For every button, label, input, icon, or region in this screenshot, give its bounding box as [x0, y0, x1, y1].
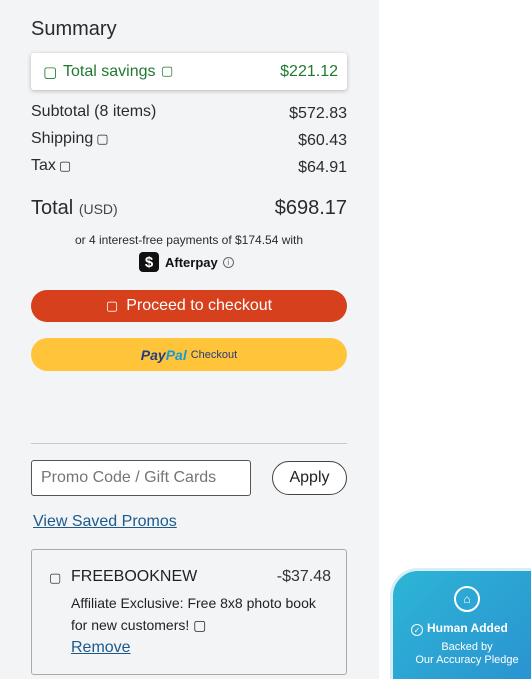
promo-code-input[interactable]: [31, 460, 251, 496]
badge-title: ✓ Human Added: [411, 621, 508, 636]
apply-button[interactable]: Apply: [272, 461, 347, 495]
badge-title-text: Human Added: [427, 621, 508, 635]
badge-subtitle: Backed by Our Accuracy Pledge: [393, 641, 531, 667]
check-icon: ✓: [411, 624, 423, 636]
home-icon: ⌂: [454, 586, 480, 612]
total-currency: (USD): [78, 201, 118, 217]
promo-info-icon[interactable]: ▢: [193, 617, 206, 633]
tax-row: Tax ▢ $64.91: [31, 157, 347, 176]
afterpay-logo-icon: $: [139, 252, 159, 272]
view-saved-promos-link[interactable]: View Saved Promos: [33, 513, 177, 531]
tax-label: Tax: [31, 157, 56, 174]
summary-title: Summary: [31, 18, 117, 40]
paypal-checkout-button[interactable]: Pay Pal Checkout: [31, 338, 347, 371]
promo-amount: -$37.48: [276, 568, 331, 585]
tax-amount: $64.91: [298, 159, 347, 176]
paypal-checkout-label: Checkout: [190, 348, 238, 361]
tag-icon: ▢: [43, 64, 58, 81]
total-savings-amount: $221.12: [280, 63, 338, 80]
subtotal-row: Subtotal (8 items) $572.83: [31, 103, 347, 122]
info-icon[interactable]: ▢: [161, 63, 173, 79]
total-savings-banner: ▢ Total savings ▢ $221.12: [31, 53, 347, 90]
lock-icon: ▢: [105, 298, 119, 313]
paypal-logo-part2: Pal: [165, 346, 187, 363]
shipping-amount: $60.43: [298, 132, 347, 149]
tax-info-icon[interactable]: ▢: [59, 158, 71, 173]
promo-code: FREEBOOKNEW: [71, 568, 198, 585]
divider: [31, 443, 347, 444]
afterpay-info-icon[interactable]: i: [222, 256, 234, 268]
shipping-info-icon[interactable]: ▢: [96, 131, 108, 146]
proceed-to-checkout-button[interactable]: ▢ Proceed to checkout: [31, 290, 347, 322]
applied-promo-card: ▢ FREEBOOKNEW -$37.48 Affiliate Exclusiv…: [31, 549, 347, 675]
shipping-label: Shipping: [31, 130, 94, 147]
remove-promo-link[interactable]: Remove: [71, 639, 131, 657]
total-label: Total: [31, 197, 74, 219]
subtotal-amount: $572.83: [289, 105, 347, 122]
checkout-label: Proceed to checkout: [126, 297, 273, 314]
human-added-badge[interactable]: ⌂ ✓ Human Added Backed by Our Accuracy Pl…: [390, 568, 531, 679]
badge-line2: Our Accuracy Pledge: [415, 654, 519, 666]
total-row: Total (USD) $698.17: [31, 197, 347, 220]
subtotal-label: Subtotal (8 items): [31, 103, 157, 120]
shipping-row: Shipping ▢ $60.43: [31, 130, 347, 149]
promo-description: Affiliate Exclusive: Free 8x8 photo book…: [71, 592, 333, 636]
afterpay-installments-text: or 4 interest-free payments of $174.54 w…: [74, 233, 304, 247]
promo-tag-icon: ▢: [49, 570, 62, 585]
total-savings-label: Total savings: [63, 63, 156, 80]
total-amount: $698.17: [274, 197, 347, 219]
order-summary-panel: Summary ▢ Total savings ▢ $221.12 Subtot…: [0, 0, 379, 679]
afterpay-name: Afterpay: [165, 254, 218, 270]
paypal-logo-part1: Pay: [140, 346, 166, 363]
afterpay-brand: $ Afterpay i: [139, 252, 234, 272]
badge-line1: Backed by: [441, 641, 493, 653]
